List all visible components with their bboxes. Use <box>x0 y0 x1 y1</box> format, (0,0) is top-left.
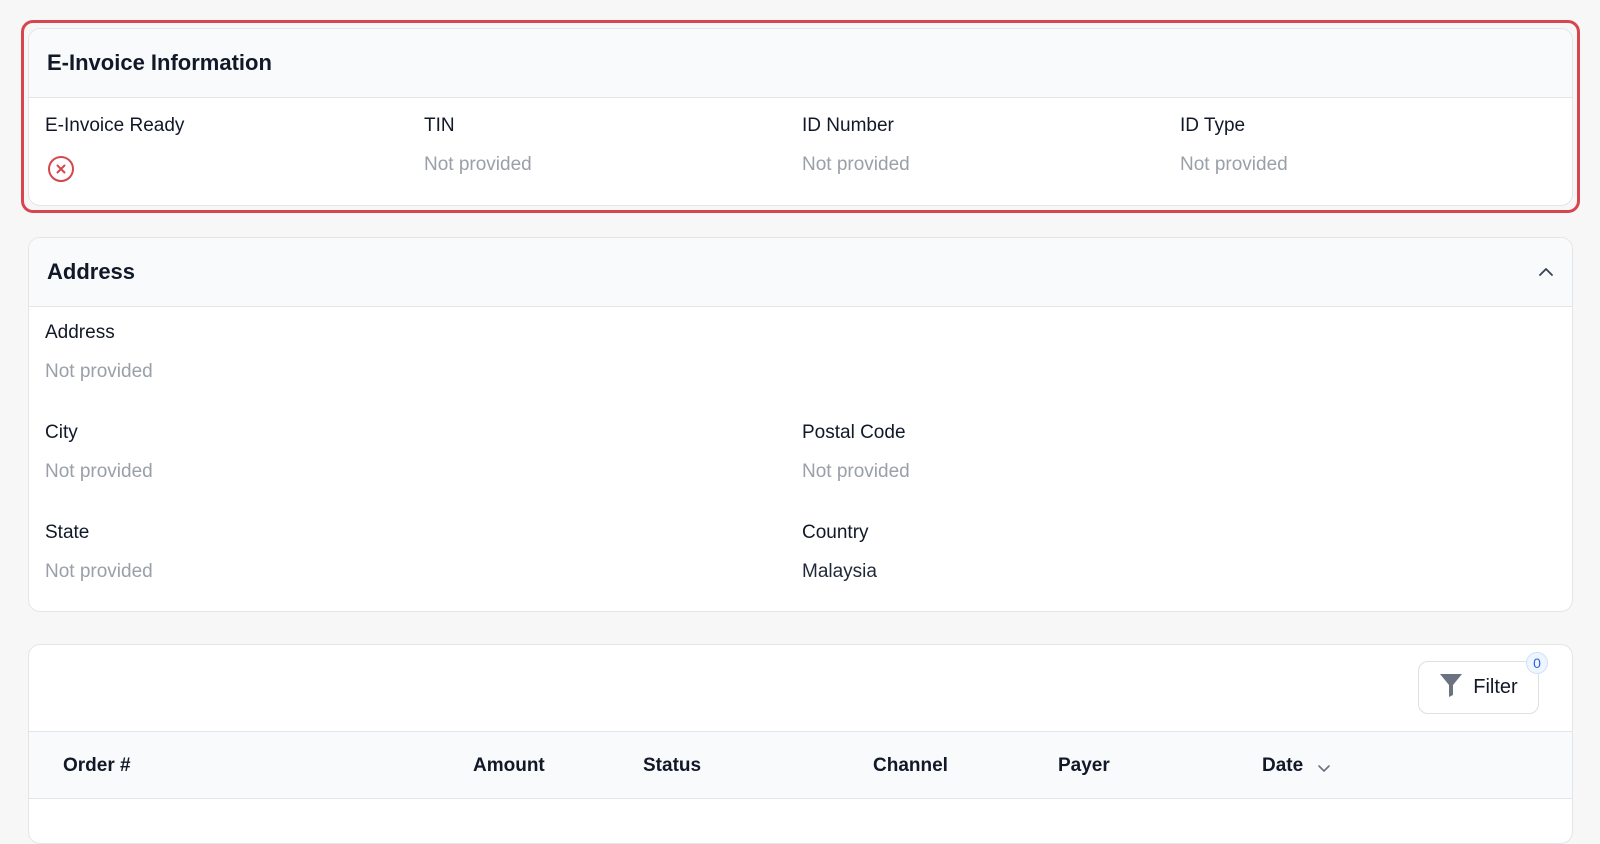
column-header-amount[interactable]: Amount <box>473 755 545 777</box>
postal-code-label: Postal Code <box>802 422 906 443</box>
column-header-date[interactable]: Date <box>1262 755 1303 777</box>
filter-label: Filter <box>1473 676 1518 698</box>
address-card: Address Address Not provided City Not pr… <box>28 237 1573 612</box>
city-value: Not provided <box>45 461 153 482</box>
column-header-payer[interactable]: Payer <box>1058 755 1110 777</box>
address-title: Address <box>47 259 136 284</box>
filter-count-badge: 0 <box>1526 652 1548 674</box>
address-label: Address <box>45 322 115 343</box>
chevron-up-icon[interactable] <box>1538 264 1554 280</box>
orders-card: Filter 0 Order # Amount Status Channel P… <box>28 644 1573 844</box>
state-label: State <box>45 522 90 543</box>
filter-button[interactable]: Filter 0 <box>1418 652 1548 714</box>
chevron-down-icon[interactable] <box>1316 760 1332 776</box>
address-header[interactable]: Address <box>29 238 1572 307</box>
country-label: Country <box>802 522 869 543</box>
column-header-order[interactable]: Order # <box>63 755 131 777</box>
state-value: Not provided <box>45 561 153 582</box>
column-header-status[interactable]: Status <box>643 755 701 777</box>
column-header-channel[interactable]: Channel <box>873 755 948 777</box>
address-value: Not provided <box>45 361 153 382</box>
country-value: Malaysia <box>802 561 877 582</box>
funnel-icon <box>1439 672 1463 704</box>
selection-highlight <box>21 20 1580 213</box>
postal-code-value: Not provided <box>802 461 910 482</box>
city-label: City <box>45 422 78 443</box>
orders-table-header: Order # Amount Status Channel Payer Date <box>29 731 1572 799</box>
